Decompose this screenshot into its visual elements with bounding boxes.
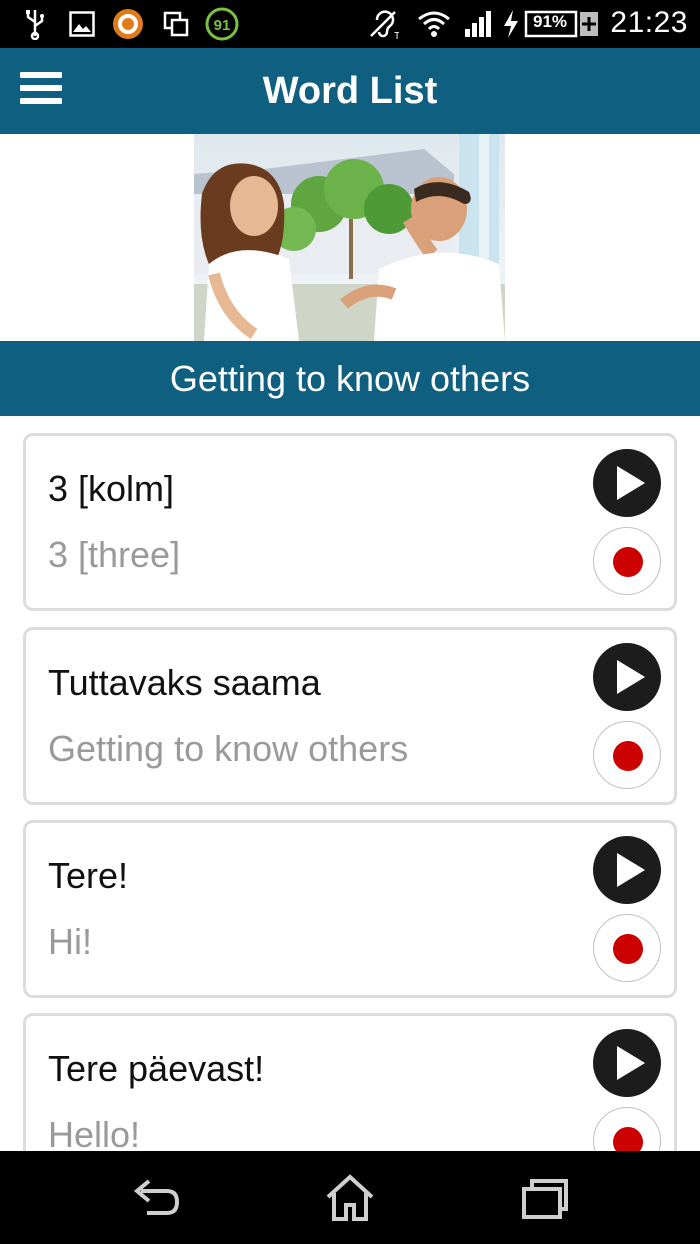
- clock: 21:23: [610, 6, 688, 39]
- play-button[interactable]: [593, 449, 661, 517]
- word-primary: Tere!: [48, 855, 129, 896]
- page-title: Word List: [262, 70, 438, 112]
- status-bar: 91 T 91% 21:23: [0, 0, 700, 48]
- record-icon: [613, 741, 643, 771]
- overlap-icon: [162, 8, 190, 40]
- list-item: Tuttavaks saama Getting to know others: [23, 627, 677, 805]
- badge-91-icon: 91: [204, 7, 240, 41]
- navigation-bar: [0, 1151, 700, 1244]
- word-primary: 3 [kolm]: [48, 468, 175, 509]
- play-icon: [617, 853, 645, 887]
- image-icon: [68, 8, 96, 40]
- home-icon[interactable]: [322, 1173, 378, 1223]
- word-primary: Tuttavaks saama: [48, 662, 321, 703]
- list-item: Tere päevast! Hello!: [23, 1013, 677, 1151]
- record-icon: [613, 547, 643, 577]
- record-button[interactable]: [593, 1107, 661, 1151]
- record-icon: [613, 934, 643, 964]
- svg-text:91: 91: [214, 17, 231, 34]
- word-list[interactable]: 3 [kolm] 3 [three] Tuttavaks saama Getti…: [0, 416, 700, 1151]
- word-primary: Tere päevast!: [48, 1048, 265, 1089]
- record-button[interactable]: [593, 914, 661, 982]
- play-icon: [617, 466, 645, 500]
- play-button[interactable]: [593, 1029, 661, 1097]
- section-header: Getting to know others: [0, 341, 700, 416]
- svg-text:T: T: [394, 31, 399, 40]
- record-button[interactable]: [593, 721, 661, 789]
- wifi-icon: [416, 8, 452, 40]
- signal-icon: [462, 8, 494, 40]
- app-bar: Word List: [0, 48, 700, 134]
- charging-icon: [500, 8, 522, 40]
- word-translation: 3 [three]: [48, 534, 181, 575]
- record-icon: [613, 1127, 643, 1151]
- app-circle-icon: [111, 8, 145, 40]
- play-button[interactable]: [593, 643, 661, 711]
- list-item: 3 [kolm] 3 [three]: [23, 433, 677, 611]
- word-translation: Hi!: [48, 921, 92, 962]
- recent-apps-icon[interactable]: [516, 1173, 572, 1223]
- list-item: Tere! Hi!: [23, 820, 677, 998]
- play-icon: [617, 1046, 645, 1080]
- section-title: Getting to know others: [169, 358, 531, 399]
- usb-icon: [22, 8, 48, 40]
- hearing-aid-icon: T: [366, 8, 400, 40]
- play-icon: [617, 660, 645, 694]
- hero-image: [194, 134, 505, 341]
- word-translation: Hello!: [48, 1114, 141, 1151]
- battery-percent: 91%: [533, 12, 568, 31]
- record-button[interactable]: [593, 527, 661, 595]
- back-icon[interactable]: [127, 1173, 183, 1223]
- word-translation: Getting to know others: [48, 728, 409, 769]
- play-button[interactable]: [593, 836, 661, 904]
